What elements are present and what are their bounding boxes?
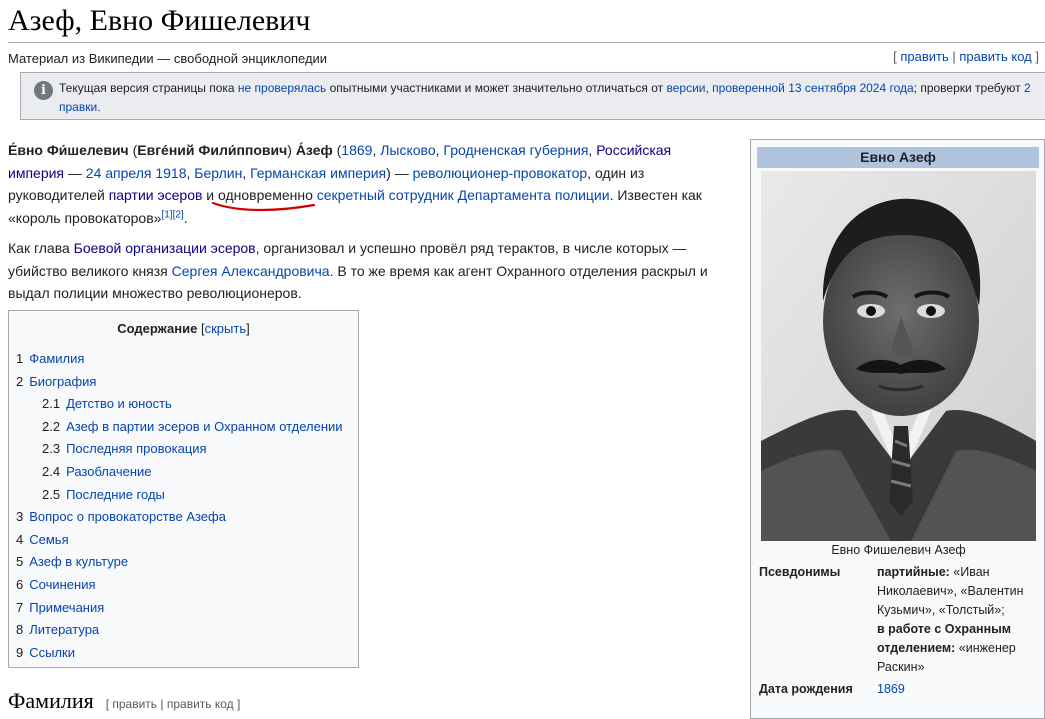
link-secret-agent[interactable]: секретный сотрудник Департамента полиции [317,187,610,203]
tagline: Материал из Википедии — свободной энцикл… [8,51,328,66]
toc-title: Содержание [скрыть] [117,321,250,336]
review-notice: i Текущая версия страницы пока не провер… [20,72,1045,120]
toc-item[interactable]: 9 Ссылки [16,642,358,665]
toc-item[interactable]: 4 Семья [16,529,358,552]
toc-item-number: 2.3 [42,441,61,457]
link-sergei[interactable]: Сергея Александровича [172,263,330,279]
link-death-date[interactable]: 24 апреля 1918 [86,165,187,181]
toc-item-number: 2 [16,373,24,389]
section-edit-links[interactable]: [ править | править код ] [106,697,241,711]
toc-item-number: 9 [16,644,24,660]
table-of-contents: Содержание [скрыть] 1 Фамилия 2 Биография 2.… [8,310,359,668]
toc-item-number: 8 [16,622,24,638]
section-heading-familiya: Фамилия[ править | править код ] [8,688,241,713]
toc-item-link[interactable]: Последняя провокация [66,441,207,456]
toc-item-number: 7 [16,599,24,615]
toc-item-link[interactable]: Примечания [29,600,104,615]
toc-item-number: 4 [16,531,24,547]
infobox-title: Евно Азеф [757,147,1039,168]
red-underline-annotation [211,201,316,212]
pseudonyms-label: Псевдонимы [759,565,841,579]
toc-item[interactable]: 3 Вопрос о провокаторстве Азефа [16,506,358,529]
toc-item-link[interactable]: Фамилия [29,351,84,366]
portrait-caption: Евно Фишелевич Азеф [831,543,966,557]
toc-hide-toggle[interactable]: скрыть [205,321,247,336]
toc-item[interactable]: 5 Азеф в культуре [16,551,358,574]
not-reviewed-link[interactable]: не проверялась [238,81,326,95]
toc-item-number: 1 [16,351,24,366]
toc-item-link[interactable]: Биография [29,374,96,389]
toc-item-link[interactable]: Разоблачение [66,464,151,479]
toc-item-link[interactable]: Семья [29,532,68,547]
toc-item-number: 2.5 [42,486,61,502]
page-title: Азеф, Евно Фишелевич [8,4,311,37]
toc-item[interactable]: 2.3 Последняя провокация [16,438,358,461]
article-lead: Е́вно Фи́шелевич (Евге́ний Фили́ппович) … [8,139,720,312]
toc-item[interactable]: 7 Примечания [16,597,358,620]
toc-item-link[interactable]: Вопрос о провокаторстве Азефа [29,509,226,524]
toc-item[interactable]: 6 Сочинения [16,574,358,597]
toc-item-link[interactable]: Сочинения [29,577,95,592]
portrait-image[interactable] [761,171,1036,541]
toc-item-link[interactable]: Детство и юность [66,396,172,411]
info-icon: i [34,81,53,100]
link-1869[interactable]: 1869 [341,142,372,158]
toc-item-link[interactable]: Последние годы [66,487,165,502]
toc-item-number: 3 [16,509,24,525]
link-grodno[interactable]: Гродненская губерния [443,142,588,158]
page-edit-links: [ править | править код ] [893,49,1039,64]
infobox-row-pseudonyms: Псевдонимы партийные: «Иван Николаевич»,… [759,563,1041,675]
toc-item[interactable]: 1 Фамилия [16,348,358,371]
link-provocateur[interactable]: революционер-провокатор [413,165,588,181]
toc-item[interactable]: 2.2 Азеф в партии эсеров и Охранном отдел… [16,416,358,439]
toc-item[interactable]: 8 Литература [16,619,358,642]
reviewed-version-link[interactable]: версии, проверенной 13 сентября 2024 год… [666,81,913,95]
edit-source-link[interactable]: править код [959,49,1031,64]
toc-item-link[interactable]: Литература [29,622,99,637]
reference-1[interactable]: [1] [161,209,172,220]
reference-2[interactable]: [2] [173,209,184,220]
link-combat-org[interactable]: Боевой организации эсеров [74,240,256,256]
title-divider [8,42,1045,43]
toc-item-number: 2.4 [42,463,61,479]
infobox: Евно Азеф Евно Фишелевич Азеф Псевдонимы… [750,139,1045,719]
birth-date-label: Дата рождения [759,682,853,696]
toc-list: 1 Фамилия 2 Биография 2.1 Детство и юность 2.2… [16,348,358,664]
link-berlin[interactable]: Берлин [194,165,242,181]
edit-link[interactable]: править [900,49,948,64]
toc-item-link[interactable]: Азеф в культуре [29,554,128,569]
infobox-row-birth: Дата рождения 1869 [759,680,1041,700]
toc-item[interactable]: 2 Биография [16,371,358,394]
link-sr-party[interactable]: партии эсеров [109,187,203,203]
lead-paragraph-1: Е́вно Фи́шелевич (Евге́ний Фили́ппович) … [8,142,702,227]
toc-item-link[interactable]: Азеф в партии эсеров и Охранном отделени… [66,419,343,434]
link-lyskovo[interactable]: Лысково [380,142,435,158]
toc-item-number: 6 [16,576,24,592]
toc-item[interactable]: 2.5 Последние годы [16,484,358,507]
toc-item[interactable]: 2.4 Разоблачение [16,461,358,484]
birth-date-link[interactable]: 1869 [877,680,1039,699]
lead-paragraph-2: Как глава Боевой организации эсеров, орг… [8,239,708,302]
toc-item-number: 2.2 [42,418,61,434]
toc-item-link[interactable]: Ссылки [29,645,75,660]
toc-item[interactable]: 2.1 Детство и юность [16,393,358,416]
pseudonyms-value: партийные: «Иван Николаевич», «Валентин … [877,565,1024,674]
link-german-empire[interactable]: Германская империя [250,165,386,181]
toc-item-number: 5 [16,554,24,570]
toc-item-number: 2.1 [42,396,61,412]
